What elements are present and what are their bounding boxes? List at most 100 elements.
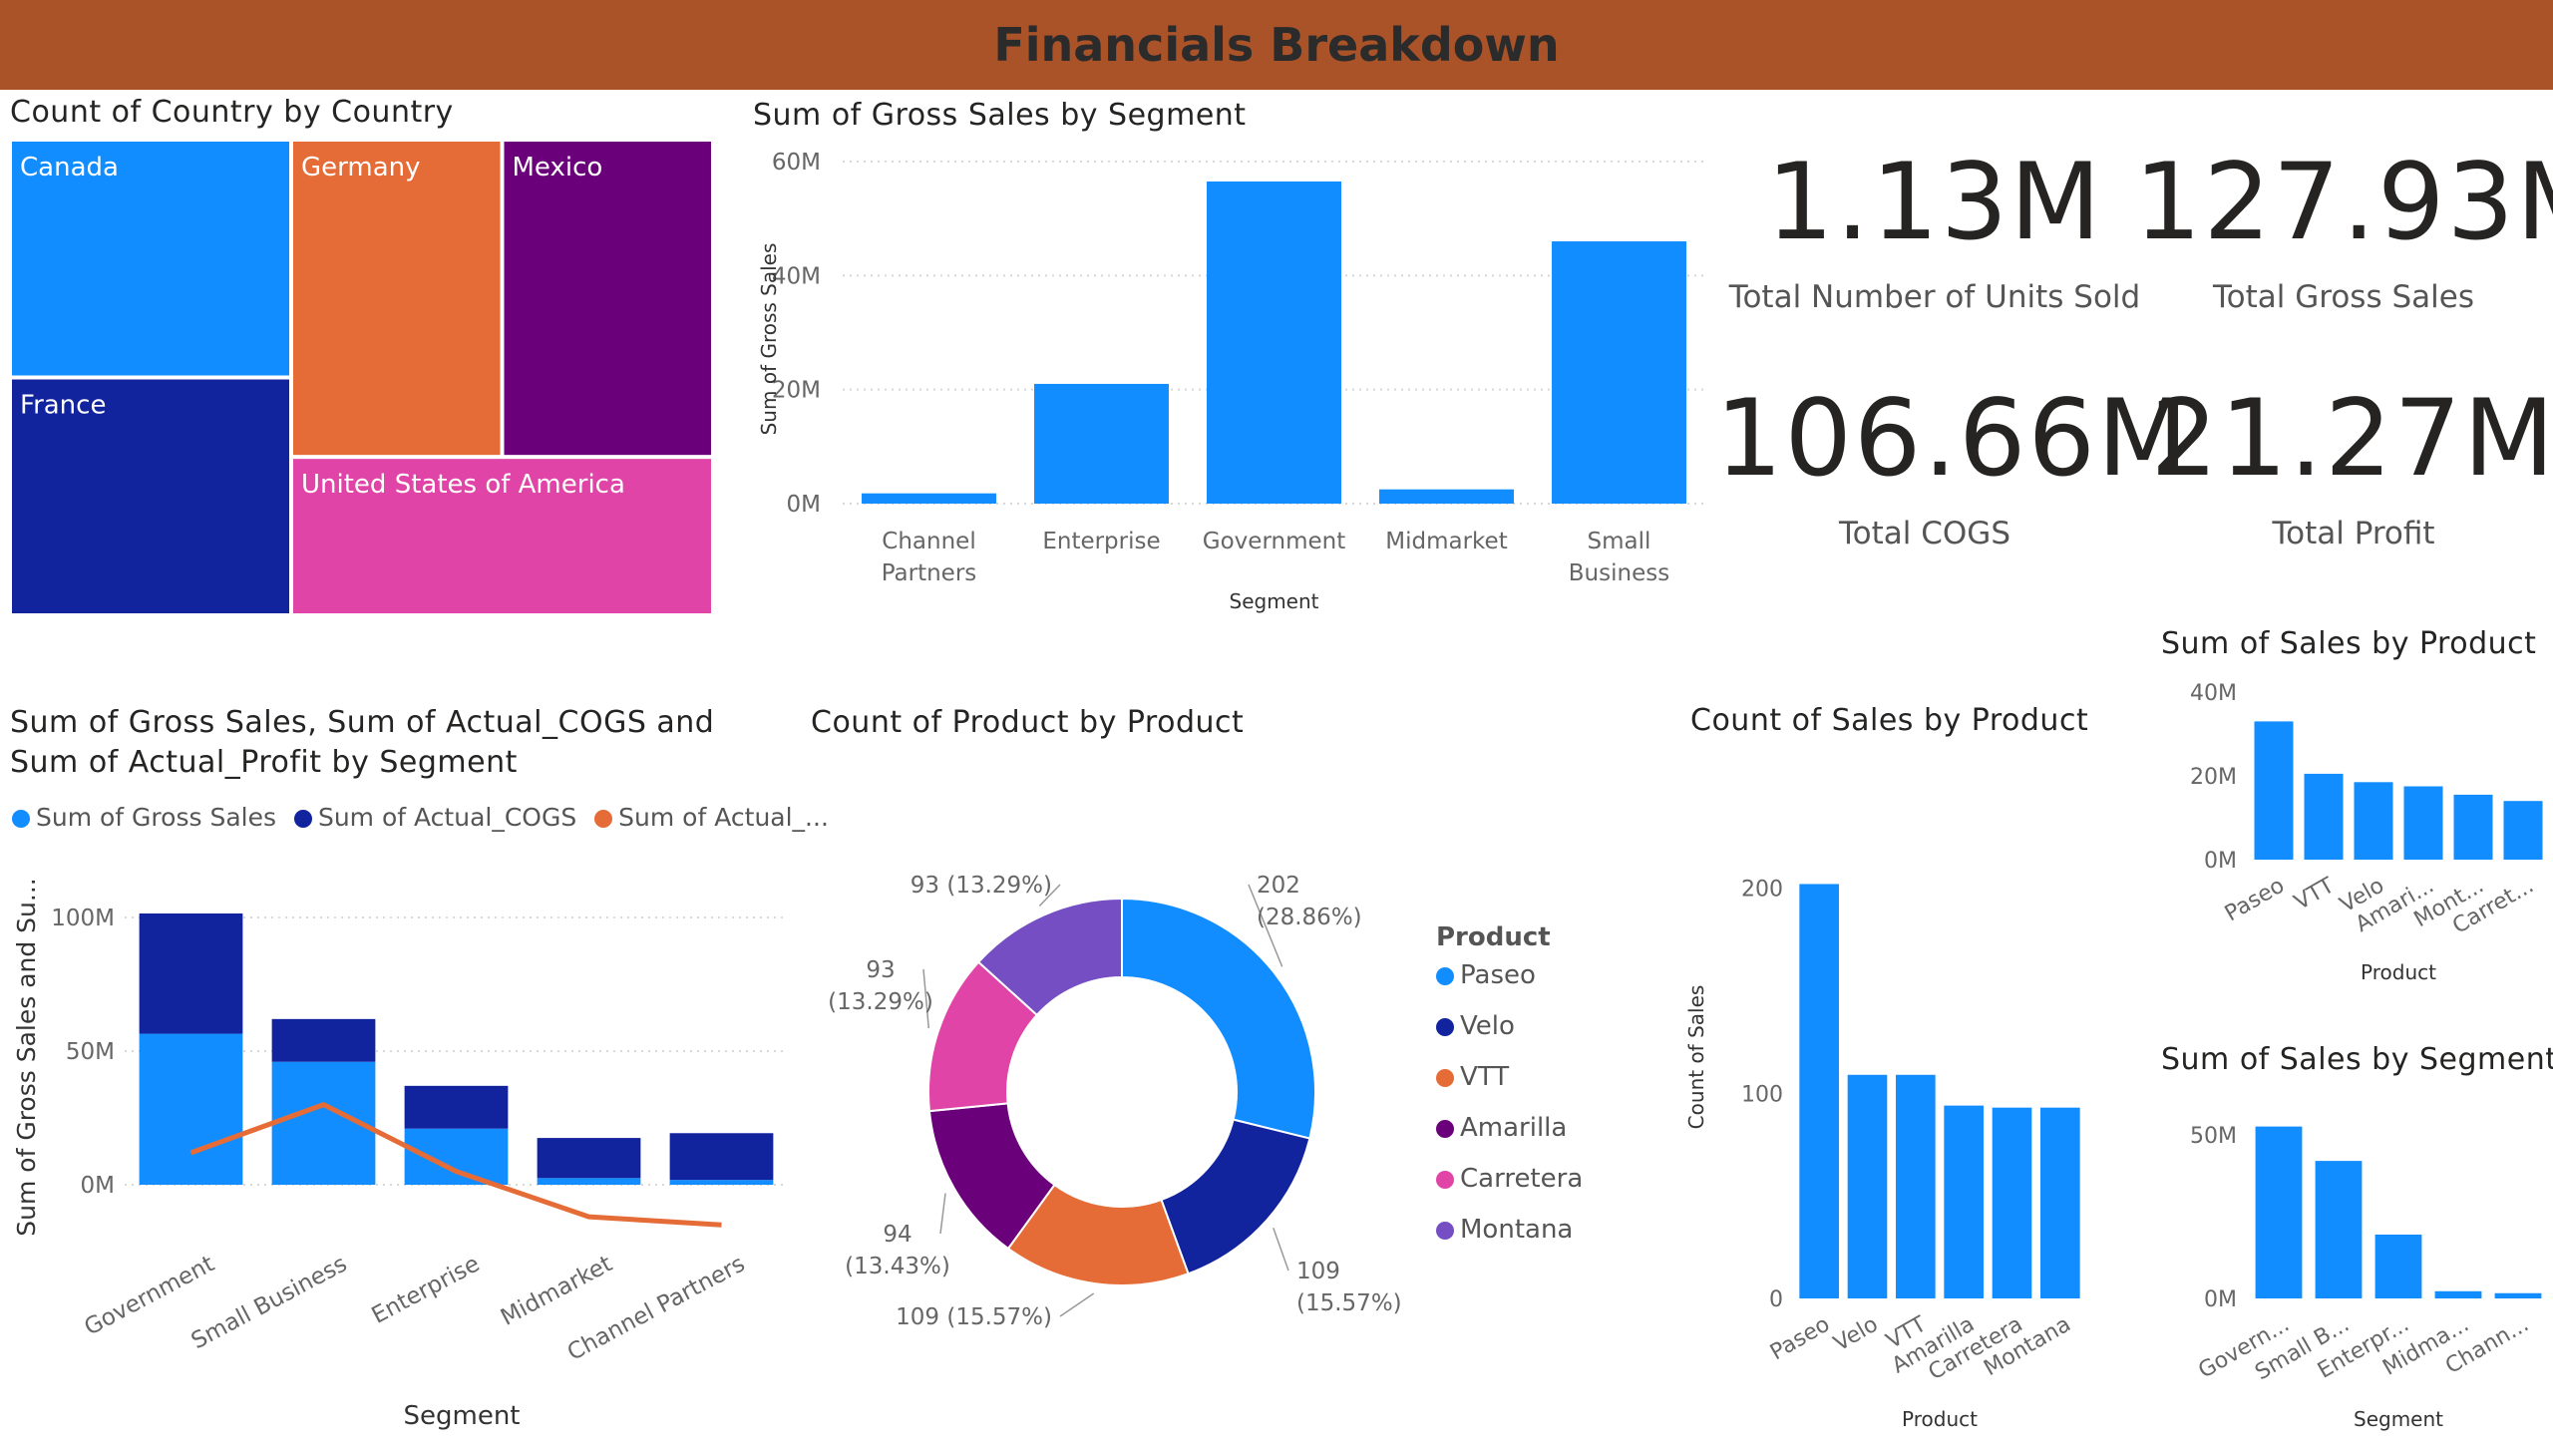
kpi-profit-value: 21.27M [2150,377,2553,500]
legend-label: Carretera [1460,1164,1584,1194]
gross-by-segment-chart[interactable]: 0M20M40M60MChannelPartnersEnterprise Gove… [738,130,1715,628]
dashboard: Financials Breakdown Count of Country by… [0,0,2553,1456]
x-tick-label: Partners [882,560,977,586]
legend-dot-icon [12,810,30,828]
kpi-profit: 21.27M Total Profit [2144,377,2553,552]
bar [2494,1292,2542,1298]
bar [2315,1161,2363,1298]
donut-leader-line [1059,1292,1095,1317]
kpi-gross-value: 127.93M [2134,141,2553,263]
legend-item-vtt[interactable]: VTT [1436,1062,1583,1113]
bar [2354,782,2393,860]
legend-item-cogs[interactable]: Sum of Actual_COGS [293,803,576,832]
y-axis-title: Sum of Gross Sales and Su... [12,878,41,1236]
kpi-cogs-label: Total COGS [1839,516,2010,551]
bar-actual-cogs [271,1018,376,1062]
legend-item-montana[interactable]: Montana [1436,1215,1583,1266]
legend-label: Sum of Gross Sales [36,803,276,832]
treemap-tile-label: United States of America [301,470,625,500]
bar [2453,794,2493,860]
legend-item-carretera[interactable]: Carretera [1436,1164,1583,1215]
legend-dot-icon [1436,1222,1454,1240]
y-tick-label: 200 [1741,878,1783,903]
x-tick-label: Midmarket [1385,529,1507,554]
x-tick-label: VTT [2291,873,2340,915]
count-sales-chart[interactable]: 0100200PaseoVelo VTTAmarillaCarreteraMont… [1675,838,2094,1451]
sales-segment-title: Sum of Sales by Segment [2161,1042,2553,1077]
kpi-units-label: Total Number of Units Sold [1728,279,2141,315]
treemap-tile-label: Canada [20,153,119,182]
x-axis-title: Product [2361,960,2436,984]
y-tick-label: 50M [2190,1124,2237,1149]
bar-gross-sales [139,1033,243,1185]
x-axis-title: Segment [2354,1407,2443,1431]
kpi-cogs-value: 106.66M [1715,377,2191,500]
count-sales-title: Count of Sales by Product [1690,703,2089,738]
bar [1799,884,1839,1298]
y-tick-label: 0M [2204,849,2237,874]
y-axis-title: Sum of Gross Sales [757,243,781,436]
x-tick-label: Channel [882,529,975,554]
combo-chart[interactable]: 0M50M100MGovernmentSmall Business Enterpr… [0,848,798,1451]
y-tick-label: 0M [787,492,821,518]
treemap-chart[interactable]: Canada France Germany Mexico United States o… [0,130,728,628]
donut-data-label: 93 [866,957,895,983]
y-tick-label: 20M [2190,765,2237,790]
legend-label: Sum of Actual_... [618,803,829,832]
legend-dot-icon [1436,1120,1454,1138]
kpi-gross-label: Total Gross Sales [2213,279,2474,315]
y-tick-label: 100 [1741,1082,1783,1107]
donut-chart[interactable]: 202 (28.86%) 109 (15.57%) 109 (15.57%) 94 (13.… [798,848,1416,1346]
donut-data-label: (13.43%) [845,1254,950,1279]
legend-item-profit[interactable]: Sum of Actual_... [594,803,829,832]
bar [2374,1234,2422,1298]
y-tick-label: 100M [51,906,115,931]
legend-item-gross[interactable]: Sum of Gross Sales [12,803,276,832]
donut-data-label: 109 [1296,1259,1340,1284]
sales-product-chart[interactable]: 0M20M40MPaseo VTTVeloAmari...Mont...Carre… [2134,668,2553,997]
sales-segment-chart[interactable]: 0M50MGovern...Small B...Enterpr...Midma.… [2134,1087,2553,1451]
bar [1944,1105,1984,1298]
x-axis-title: Product [1902,1407,1978,1431]
donut-title: Count of Product by Product [811,705,1245,740]
treemap-title: Count of Country by Country [10,95,454,130]
legend-dot-icon [293,810,312,828]
bar [2040,1107,2080,1298]
treemap-tile-label: Mexico [513,153,603,182]
gross-by-segment-title: Sum of Gross Sales by Segment [753,98,1247,133]
x-tick-label: Paseo [1766,1312,1834,1366]
bar [1896,1074,1936,1298]
legend-dot-icon [1436,1018,1454,1036]
donut-data-label: (13.29%) [828,989,933,1015]
kpi-units-sold: 1.13M Total Number of Units Sold [1715,148,2154,316]
bar-actual-cogs [139,912,243,1034]
x-tick-label: Enterprise [1042,529,1160,554]
y-tick-label: 0M [2204,1287,2237,1312]
x-tick-label: Small [1588,529,1651,554]
legend-dot-icon [1436,1069,1454,1087]
bar [2434,1290,2482,1298]
legend-dot-icon [594,810,613,828]
donut-slice [1121,897,1316,1140]
page-title: Financials Breakdown [993,18,1560,72]
legend-label: Velo [1460,1011,1515,1041]
donut-data-label: 93 (13.29%) [911,873,1052,899]
treemap-tile-label: France [20,391,106,421]
legend-item-paseo[interactable]: Paseo [1436,960,1583,1011]
bar [1379,489,1514,504]
bar-actual-cogs [404,1085,509,1129]
legend-dot-icon [1436,967,1454,985]
x-tick-label: Paseo [2221,874,2289,927]
bar-gross-sales [404,1128,509,1185]
treemap-tile [293,142,501,456]
donut-slice [1160,1118,1311,1275]
y-tick-label: 50M [66,1039,115,1065]
x-tick-label: Enterprise [368,1251,485,1329]
y-tick-label: 0 [1769,1287,1783,1312]
bar [1552,241,1686,504]
legend-item-amarilla[interactable]: Amarilla [1436,1113,1583,1164]
bar [1207,182,1341,504]
kpi-profit-label: Total Profit [2272,516,2435,551]
legend-item-velo[interactable]: Velo [1436,1011,1583,1062]
x-axis-title: Segment [404,1401,521,1431]
